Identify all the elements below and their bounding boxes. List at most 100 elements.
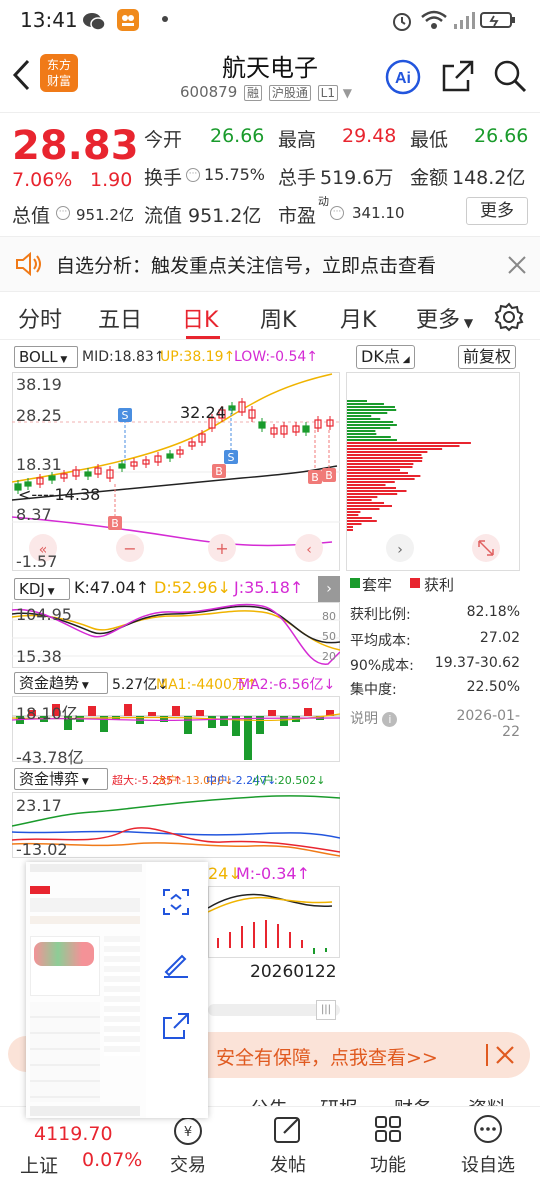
low-label: 最低 (410, 129, 449, 151)
chip-bar (347, 496, 378, 498)
more-dots-icon[interactable]: ··· (186, 168, 200, 182)
last-price: 28.83 (12, 123, 139, 169)
dk-point-button[interactable]: DK点 ◢ (356, 345, 415, 369)
share-icon[interactable] (160, 1010, 192, 1042)
more-dots-icon[interactable]: ··· (330, 206, 344, 220)
back-icon[interactable] (10, 58, 32, 92)
long-screenshot-icon[interactable] (160, 886, 192, 918)
chip-bar (347, 400, 367, 402)
amount-label: 金额 (410, 167, 449, 189)
chip-bar (347, 526, 353, 528)
chip-bar (347, 475, 421, 477)
kdj-axis-80: 80 (322, 610, 336, 623)
thumb-notice (30, 916, 140, 924)
boll-axis-label-4: 8.37 (16, 505, 52, 524)
thumb-price (30, 886, 50, 894)
notice-bar[interactable]: 自选分析：触发重点关注信号，立即点击查看 (0, 236, 540, 292)
svg-text:B: B (215, 465, 223, 478)
period-tabs: 分时 五日 日K 周K 月K 更多 ▼ (0, 292, 540, 340)
chip-bar (347, 481, 395, 483)
ai-icon[interactable]: Ai (384, 58, 422, 96)
close-icon[interactable] (494, 1044, 516, 1066)
chip-bar (347, 424, 397, 426)
bottom-nav: 4119.70 上证 0.07% ¥ 交易 发帖 功能 设自选 (0, 1106, 540, 1200)
chip-bar (347, 490, 407, 492)
more-dots-icon[interactable]: ··· (56, 206, 70, 220)
fund-trend-bar (160, 716, 168, 722)
chip-bar (347, 418, 381, 420)
chip-distribution-chart[interactable]: › (346, 372, 520, 572)
profit-legend-swatch (410, 578, 420, 588)
edit-pen-icon[interactable] (160, 948, 192, 980)
svg-text:‹: ‹ (306, 542, 312, 558)
close-icon[interactable] (506, 254, 528, 276)
tab-daily-k[interactable]: 日K (182, 302, 218, 334)
more-circle-icon (474, 1115, 502, 1143)
chip-note-label: 说明 (350, 711, 378, 727)
chip-bar (347, 511, 361, 513)
fund-game-axis-bottom: -13.02 (16, 840, 68, 859)
fund-trend-selector[interactable]: 资金趋势 ▼ (14, 672, 108, 694)
fund-trend-bar (196, 710, 204, 716)
macd-chart[interactable] (208, 886, 340, 958)
tab-monthly-k[interactable]: 月K (340, 302, 376, 334)
thumb-candles (34, 942, 94, 966)
float-value: 951.2亿 (188, 205, 262, 227)
chip-date: 2026-01-22 (456, 708, 520, 740)
fund-trend-ma2: MA2:-6.56亿↓ (238, 677, 336, 693)
settings-gear-icon[interactable] (494, 302, 524, 332)
kdj-j: J:35.18↑ (234, 578, 304, 597)
chip-label-profit-ratio: 获利比例: (350, 607, 411, 623)
edit-icon (274, 1117, 300, 1143)
pe-superscript: 动 (318, 195, 329, 208)
macd-bar (229, 932, 231, 948)
fund-trend-bar (304, 708, 312, 716)
boll-axis-label-1: 38.19 (16, 375, 62, 394)
search-icon[interactable] (492, 58, 528, 94)
svg-text:¥: ¥ (184, 1125, 192, 1140)
safety-banner-text: 安全有保障，点我查看>> (216, 1047, 438, 1069)
tab-weekly-k[interactable]: 周K (260, 302, 296, 334)
chevron-down-icon[interactable]: ▼ (343, 86, 352, 100)
nav-watchlist-label: 设自选 (461, 1155, 515, 1176)
chip-value-profit-ratio: 82.18% (466, 604, 520, 620)
scrollbar-handle[interactable]: ||| (316, 1000, 336, 1020)
collapse-button[interactable]: › (318, 576, 340, 602)
fund-game-selector[interactable]: 资金博弈 ▼ (14, 768, 108, 790)
adjust-button[interactable]: 前复权 (458, 345, 517, 369)
info-icon: i (382, 712, 398, 727)
screenshot-thumbnail[interactable] (26, 862, 146, 1118)
chip-bar (347, 457, 423, 459)
more-button[interactable]: 更多 (466, 197, 528, 225)
chip-bar (347, 433, 377, 435)
screenshot-actions (146, 862, 208, 1118)
low-mark: <----14.38 (18, 485, 101, 504)
fund-trend-bar (268, 710, 276, 716)
chip-note[interactable]: 说明 i (350, 708, 398, 728)
boll-selector[interactable]: BOLL ▼ (14, 346, 78, 368)
low-value: 26.66 (474, 125, 529, 147)
fund-trend-bar (172, 706, 180, 716)
header: 东方 财富 航天电子 600879 融 沪股通 L1 ▼ Ai (0, 40, 540, 110)
macd-bar (313, 948, 315, 954)
kdj-name: KDJ (19, 580, 45, 598)
macd-bar (325, 948, 327, 952)
screenshot-preview[interactable] (26, 862, 208, 1118)
macd-bar (265, 920, 267, 948)
chip-bar (347, 445, 460, 447)
kdj-selector[interactable]: KDJ ▼ (14, 578, 70, 600)
stock-code-row: 600879 融 沪股通 L1 ▼ (180, 83, 352, 101)
safety-banner[interactable]: 安全有保障，点我查看>> (200, 1032, 530, 1078)
chip-bar (347, 472, 409, 474)
tab-five-day[interactable]: 五日 (98, 302, 142, 334)
mcap-value: 951.2亿 (76, 206, 134, 224)
chip-bar (347, 436, 391, 438)
fund-game-axis-top: 23.17 (16, 796, 62, 815)
tab-more[interactable]: 更多 ▼ (416, 302, 473, 334)
chip-bar (347, 514, 359, 516)
share-icon[interactable] (440, 58, 476, 94)
tab-intraday[interactable]: 分时 (18, 302, 62, 334)
boll-name: BOLL (19, 348, 58, 366)
chip-value-90-cost: 19.37-30.62 (434, 655, 520, 671)
app-logo[interactable]: 东方 财富 (40, 54, 78, 92)
